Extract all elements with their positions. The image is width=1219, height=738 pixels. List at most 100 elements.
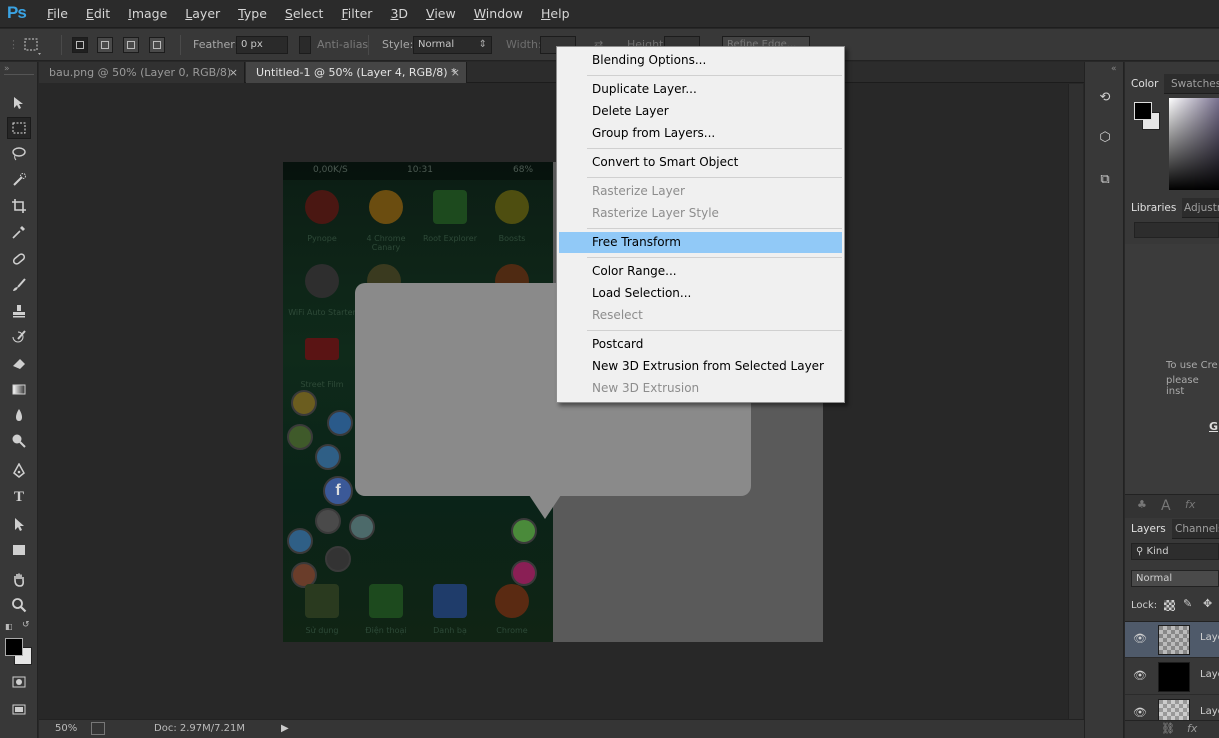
zoom-tool-icon[interactable] — [7, 594, 31, 616]
menu-view[interactable]: View — [417, 0, 465, 28]
rectangular-marquee-tool-icon[interactable] — [7, 117, 31, 139]
tab-channels[interactable]: Channels — [1169, 519, 1219, 539]
tools-panel: » T ◧ ↺ — [0, 62, 38, 738]
fx-icon[interactable]: fx — [1187, 722, 1197, 735]
vertical-scrollbar[interactable] — [1068, 84, 1083, 719]
libraries-dropdown[interactable] — [1134, 222, 1219, 238]
menu-item-group-from-layers[interactable]: Group from Layers... — [559, 123, 842, 144]
clone-stamp-tool-icon[interactable] — [7, 300, 31, 322]
lasso-tool-icon[interactable] — [7, 143, 31, 165]
menu-3d[interactable]: 3D — [381, 0, 417, 28]
screen-mode-icon[interactable] — [7, 698, 31, 720]
tab-color[interactable]: Color — [1125, 74, 1165, 94]
layer-row[interactable]: 👁 Laye — [1125, 622, 1219, 658]
antialias-checkbox[interactable] — [299, 36, 311, 54]
brush-icon[interactable]: ♣ — [1137, 498, 1147, 511]
healing-brush-tool-icon[interactable] — [7, 248, 31, 270]
menu-type[interactable]: Type — [229, 0, 276, 28]
3d-icon[interactable]: ⬡ — [1094, 128, 1116, 148]
move-tool-icon[interactable] — [7, 92, 31, 114]
character-style-icon[interactable]: A — [1161, 498, 1171, 514]
menu-item-blending-options[interactable]: Blending Options... — [559, 50, 842, 71]
menu-item-convert-to-smart-object[interactable]: Convert to Smart Object — [559, 152, 842, 173]
menu-file[interactable]: File — [38, 0, 77, 28]
default-colors-icon[interactable]: ◧ — [5, 622, 13, 631]
quick-selection-tool-icon[interactable] — [7, 169, 31, 191]
menu-item-postcard[interactable]: Postcard — [559, 334, 842, 355]
menu-item-new-3d-extrusion-from-selected-layer[interactable]: New 3D Extrusion from Selected Layer — [559, 356, 842, 377]
menu-item-load-selection[interactable]: Load Selection... — [559, 283, 842, 304]
layer-filter-kind[interactable]: ⚲ Kind — [1131, 543, 1219, 560]
tab-libraries[interactable]: Libraries — [1125, 198, 1183, 218]
eye-icon[interactable]: 👁 — [1133, 706, 1147, 719]
menu-item-delete-layer[interactable]: Delete Layer — [559, 101, 842, 122]
eye-icon[interactable]: 👁 — [1133, 669, 1147, 682]
subtract-selection-icon[interactable] — [123, 37, 139, 53]
swap-colors-icon[interactable]: ↺ — [22, 620, 30, 630]
zoom-level[interactable]: 50% — [55, 723, 77, 734]
link-icon[interactable]: ⛓ — [1161, 722, 1175, 735]
foreground-color-swatch[interactable] — [5, 638, 23, 656]
properties-icon[interactable]: ⧉ — [1094, 170, 1116, 190]
menu-item-color-range[interactable]: Color Range... — [559, 261, 842, 282]
eye-icon[interactable]: 👁 — [1133, 632, 1147, 645]
rectangle-tool-icon[interactable] — [7, 539, 31, 561]
share-icon[interactable] — [91, 722, 105, 735]
lock-pixels-icon[interactable]: ✎ — [1183, 597, 1192, 610]
new-selection-icon[interactable] — [72, 37, 88, 53]
collapse-arrows-icon[interactable]: « — [1111, 64, 1117, 74]
color-picker-field[interactable] — [1169, 98, 1219, 190]
status-arrow-icon[interactable]: ▶ — [281, 723, 289, 734]
menu-item-duplicate-layer[interactable]: Duplicate Layer... — [559, 79, 842, 100]
hand-tool-icon[interactable] — [7, 568, 31, 590]
dodge-tool-icon[interactable] — [7, 430, 31, 452]
type-tool-icon[interactable]: T — [7, 486, 31, 508]
options-separator — [61, 35, 62, 55]
intersect-selection-icon[interactable] — [149, 37, 165, 53]
layer-row[interactable]: 👁 Laye — [1125, 659, 1219, 695]
menu-edit[interactable]: Edit — [77, 0, 119, 28]
blend-mode-select[interactable]: Normal — [1131, 570, 1219, 587]
tab-label: bau.png @ 50% (Layer 0, RGB/8) — [49, 66, 232, 79]
lock-transparency-icon[interactable] — [1164, 600, 1175, 611]
tab-layers[interactable]: Layers — [1125, 519, 1172, 539]
menu-window[interactable]: Window — [465, 0, 532, 28]
quick-mask-icon[interactable] — [7, 671, 31, 693]
eraser-tool-icon[interactable] — [7, 352, 31, 374]
pen-tool-icon[interactable] — [7, 460, 31, 482]
menu-filter[interactable]: Filter — [332, 0, 381, 28]
tab-adjustments[interactable]: Adjustme — [1178, 198, 1219, 218]
speech-bubble-tail — [529, 495, 561, 519]
menu-layer[interactable]: Layer — [176, 0, 229, 28]
tab-untitled-1[interactable]: Untitled-1 @ 50% (Layer 4, RGB/8) * × — [246, 62, 467, 83]
path-selection-tool-icon[interactable] — [7, 513, 31, 535]
right-panels: Color Swatches Libraries Adjustme To use… — [1125, 62, 1219, 738]
menu-separator — [587, 177, 842, 178]
tab-bau-png[interactable]: bau.png @ 50% (Layer 0, RGB/8) × — [39, 62, 245, 83]
menu-help[interactable]: Help — [532, 0, 579, 28]
style-select[interactable]: Normal ⇕ — [413, 36, 492, 54]
close-icon[interactable]: × — [229, 62, 238, 83]
width-label: Width: — [506, 38, 542, 51]
close-icon[interactable]: × — [451, 62, 460, 83]
libraries-get-link[interactable]: G — [1209, 420, 1218, 433]
brush-tool-icon[interactable] — [7, 274, 31, 296]
gradient-tool-icon[interactable] — [7, 378, 31, 400]
layer-style-icon[interactable]: fx — [1185, 498, 1195, 511]
menu-item-reselect: Reselect — [592, 308, 643, 322]
blur-tool-icon[interactable] — [7, 404, 31, 426]
floating-app-icon — [287, 528, 313, 554]
lock-position-icon[interactable]: ✥ — [1203, 597, 1212, 610]
photoshop-logo: Ps — [7, 3, 27, 22]
eyedropper-tool-icon[interactable] — [7, 221, 31, 243]
crop-tool-icon[interactable] — [7, 195, 31, 217]
menu-item-free-transform[interactable]: Free Transform — [559, 232, 842, 253]
feather-input[interactable]: 0 px — [236, 36, 288, 54]
history-icon[interactable]: ⟲ — [1094, 88, 1116, 108]
menu-image[interactable]: Image — [119, 0, 176, 28]
tab-swatches[interactable]: Swatches — [1165, 74, 1219, 94]
history-brush-tool-icon[interactable] — [7, 326, 31, 348]
menu-select[interactable]: Select — [276, 0, 333, 28]
collapse-arrows-icon[interactable]: » — [4, 64, 10, 74]
add-to-selection-icon[interactable] — [97, 37, 113, 53]
